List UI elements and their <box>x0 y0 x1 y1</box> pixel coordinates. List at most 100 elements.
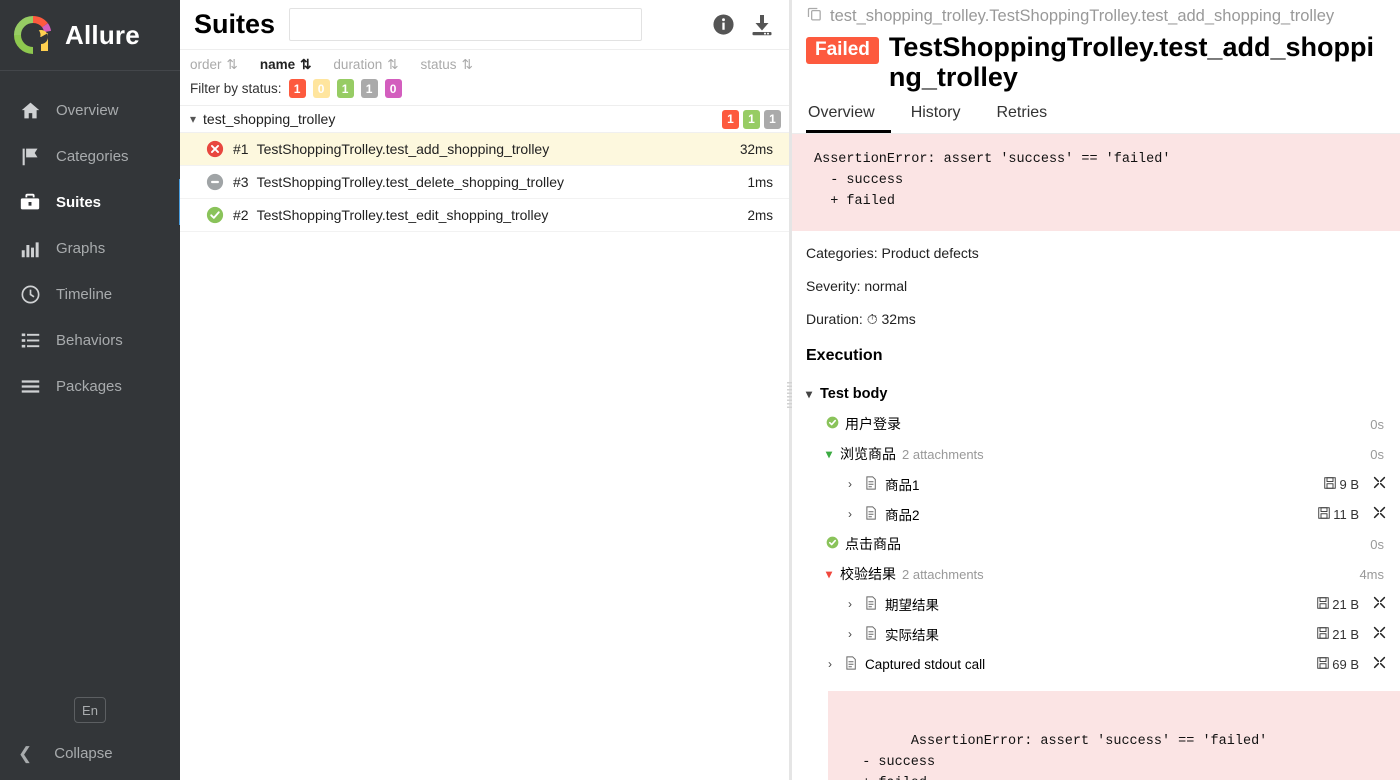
sort-duration[interactable]: duration ⇅ <box>333 57 398 72</box>
tab-history[interactable]: History <box>909 98 977 133</box>
test-body-row[interactable]: ▾ Test body <box>806 379 1400 409</box>
test-order: #1 <box>233 141 249 157</box>
status-passed-icon <box>826 536 840 552</box>
attachment-row[interactable]: › 商品1 9 B <box>806 469 1400 499</box>
attachment-name: 商品2 <box>885 508 920 524</box>
test-duration: 32ms <box>739 141 773 157</box>
test-name: TestShoppingTrolley.test_delete_shopping… <box>256 174 564 190</box>
sidebar-item-graphs[interactable]: Graphs <box>0 225 180 271</box>
chevron-down-icon: ▾ <box>826 567 833 582</box>
filter-chip-broken[interactable]: 0 <box>312 79 330 98</box>
attachment-size-text: 9 B <box>1339 476 1359 492</box>
sidebar-item-suites[interactable]: Suites <box>0 179 184 225</box>
attachment-meta: 69 B <box>1317 656 1400 672</box>
sort-order[interactable]: order ⇅ <box>190 57 238 72</box>
info-icon[interactable] <box>710 12 736 38</box>
sort-arrows-icon: ⇅ <box>300 56 312 72</box>
suite-group-name: test_shopping_trolley <box>203 111 336 127</box>
tab-overview[interactable]: Overview <box>806 98 891 134</box>
save-icon <box>1317 597 1329 612</box>
sort-status[interactable]: status ⇅ <box>421 57 473 72</box>
brand-header: Allure <box>0 0 180 71</box>
list-icon <box>18 328 42 352</box>
expand-icon[interactable] <box>1373 506 1386 522</box>
attachment-row[interactable]: › Captured stdout call 69 B <box>806 649 1400 679</box>
duration-line: Duration: ⏱ 32ms <box>806 311 1400 328</box>
step-duration: 0s <box>1370 416 1384 432</box>
filter-chip-passed[interactable]: 1 <box>336 79 354 98</box>
copy-icon[interactable] <box>806 5 823 27</box>
test-duration: 1ms <box>747 174 773 190</box>
step-row[interactable]: ▾ 校验结果 2 attachments 4ms <box>806 559 1400 589</box>
attachment-size: 69 B <box>1317 657 1359 672</box>
sort-status-label: status <box>420 57 457 72</box>
step-row[interactable]: 点击商品 0s <box>806 529 1400 559</box>
download-icon[interactable] <box>749 12 775 38</box>
expand-icon[interactable] <box>1373 656 1386 672</box>
collapse-button[interactable]: ❮ Collapse <box>0 745 180 762</box>
test-name: TestShoppingTrolley.test_add_shopping_tr… <box>256 141 550 157</box>
flag-icon <box>18 144 42 168</box>
badge-failed: 1 <box>722 109 739 129</box>
step-duration: 4ms <box>1359 566 1384 582</box>
bar-chart-icon <box>18 236 42 260</box>
tab-retries[interactable]: Retries <box>994 98 1063 133</box>
step-duration: 0s <box>1370 446 1384 462</box>
step-row[interactable]: 用户登录 0s <box>806 409 1400 439</box>
test-duration: 2ms <box>747 207 773 223</box>
status-failed-icon <box>206 140 224 158</box>
expand-icon[interactable] <box>1373 596 1386 612</box>
sidebar-footer: En ❮ Collapse <box>0 697 180 780</box>
status-badge: Failed <box>806 37 879 64</box>
sidebar-label-suites: Suites <box>56 193 102 211</box>
categories-line: Categories: Product defects <box>806 245 979 262</box>
attachment-row[interactable]: › 期望结果 21 B <box>806 589 1400 619</box>
header-actions <box>710 12 775 38</box>
suites-panel: Suites order ⇅ name ⇅ duration ⇅ status … <box>180 0 790 780</box>
sort-name[interactable]: name ⇅ <box>260 57 312 72</box>
sort-name-label: name <box>259 57 296 72</box>
filter-chip-skipped[interactable]: 1 <box>360 79 378 98</box>
sidebar-item-categories[interactable]: Categories <box>0 133 180 179</box>
attachment-name: 期望结果 <box>885 598 939 614</box>
test-title-row: Failed TestShoppingTrolley.test_add_shop… <box>792 30 1400 92</box>
status-passed-icon <box>826 416 840 432</box>
sidebar-item-packages[interactable]: Packages <box>0 363 180 409</box>
expand-icon[interactable] <box>1373 476 1386 492</box>
test-detail-panel: test_shopping_trolley.TestShoppingTrolle… <box>792 0 1400 780</box>
attachment-meta: 21 B <box>1317 626 1400 642</box>
chevron-down-icon: ▾ <box>190 112 197 126</box>
clock-icon <box>18 282 42 306</box>
language-button[interactable]: En <box>74 697 106 723</box>
step-name: 浏览商品 <box>840 446 896 463</box>
attachment-size: 21 B <box>1317 597 1359 612</box>
expand-icon[interactable] <box>1373 626 1386 642</box>
sidebar-item-behaviors[interactable]: Behaviors <box>0 317 180 363</box>
duration-value: 32ms <box>881 311 916 328</box>
badge-skipped: 1 <box>764 109 781 129</box>
sidebar-item-timeline[interactable]: Timeline <box>0 271 180 317</box>
attachment-size-text: 69 B <box>1332 656 1359 672</box>
filter-chip-failed[interactable]: 1 <box>288 79 306 98</box>
sidebar-label-packages: Packages <box>56 377 122 395</box>
attachment-row[interactable]: › 商品2 11 B <box>806 499 1400 529</box>
table-row[interactable]: #3 TestShoppingTrolley.test_delete_shopp… <box>180 166 789 199</box>
filter-chip-unknown[interactable]: 0 <box>384 79 402 98</box>
file-icon <box>845 656 859 673</box>
test-order: #2 <box>233 207 249 223</box>
duration-label: Duration: <box>806 311 863 328</box>
attachment-meta: 9 B <box>1324 476 1400 492</box>
step-row[interactable]: ▾ 浏览商品 2 attachments 0s <box>806 439 1400 469</box>
attachment-size: 11 B <box>1318 507 1359 522</box>
error-message-block: AssertionError: assert 'success' == 'fai… <box>792 134 1400 232</box>
suite-group-row[interactable]: ▾ test_shopping_trolley 1 1 1 <box>180 106 789 133</box>
search-input[interactable] <box>289 8 643 41</box>
attachment-name: Captured stdout call <box>865 656 986 672</box>
attachment-row[interactable]: › 实际结果 21 B <box>806 619 1400 649</box>
table-row[interactable]: #1 TestShoppingTrolley.test_add_shopping… <box>180 133 789 166</box>
chevron-right-icon: › <box>848 507 852 522</box>
table-row[interactable]: #2 TestShoppingTrolley.test_edit_shoppin… <box>180 199 789 232</box>
status-filter-bar: Filter by status: 1 0 1 1 0 <box>180 76 789 106</box>
attachment-name: 实际结果 <box>885 628 939 644</box>
sidebar-item-overview[interactable]: Overview <box>0 87 180 133</box>
